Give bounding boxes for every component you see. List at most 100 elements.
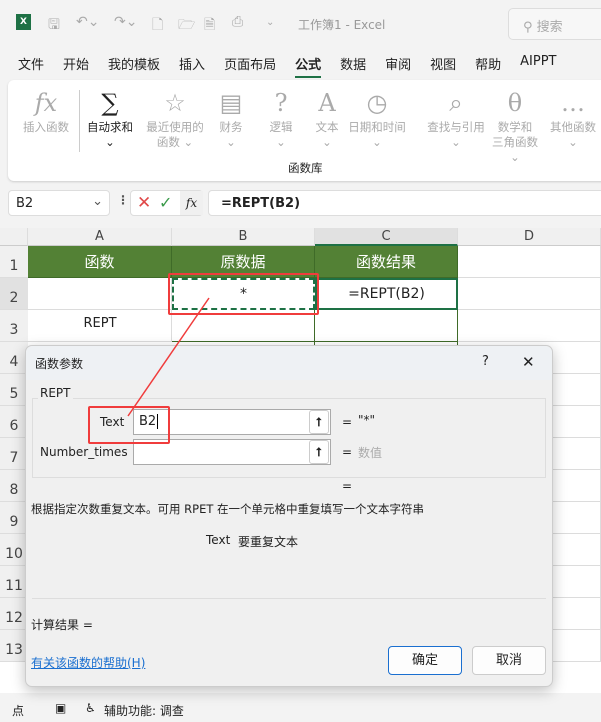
new-file-icon[interactable]: 🗋 <box>152 14 163 38</box>
cell[interactable] <box>315 310 458 342</box>
ribbon: fx 插入函数 ∑ 自动求和 ⌄ ☆ 最近使用的 函数 ⌄ ▤ 财务 ⌄? 逻辑 ⌄ A 文本 ⌄ ◷ 日期和时间… <box>8 80 601 181</box>
cancel-button[interactable]: 取消 <box>472 646 546 675</box>
arg-help: 要重复文本 <box>238 535 299 549</box>
ok-button[interactable]: 确定 <box>388 646 462 675</box>
row-header-5[interactable]: 5 <box>0 374 28 406</box>
formula-input[interactable]: =REPT(B2) <box>208 190 601 216</box>
row-header-7[interactable]: 7 <box>0 438 28 470</box>
row-header-9[interactable]: 9 <box>0 502 28 534</box>
header-cell[interactable]: 函数 <box>28 246 172 278</box>
row-header-8[interactable]: 8 <box>0 470 28 502</box>
insert-function-icon[interactable]: fx <box>180 191 203 215</box>
row-header-10[interactable]: 10 <box>0 534 28 566</box>
arg-label-number-times: Number_times <box>40 445 128 459</box>
row-header-13[interactable]: 13 <box>0 630 28 662</box>
select-all[interactable] <box>0 228 28 246</box>
cell[interactable] <box>458 246 601 278</box>
function-description: 根据指定次数重复文本。可用 RPET 在一个单元格中重复填写一个文本字符串 <box>31 502 425 516</box>
menu-5[interactable]: 公式 <box>295 54 322 78</box>
cell[interactable]: =REPT(B2) <box>315 278 458 310</box>
cell[interactable] <box>28 278 172 310</box>
ribbon-icon-7: ⌕ <box>449 89 463 117</box>
row-header-4[interactable]: 4 <box>0 342 28 374</box>
more-icon[interactable]: ⋮ <box>117 193 129 207</box>
close-icon[interactable]: ✕ <box>522 353 535 371</box>
menu-10[interactable]: AIPPT <box>520 54 556 78</box>
row-header-3[interactable]: 3 <box>0 310 28 342</box>
column-header-A[interactable]: A <box>28 228 172 246</box>
menu-8[interactable]: 视图 <box>430 54 456 78</box>
ribbon-button-8[interactable]: θ 数学和 三角函数 ⌄ <box>488 86 542 165</box>
row-header-12[interactable]: 12 <box>0 598 28 630</box>
accessibility-icon[interactable]: ♿ <box>85 701 96 715</box>
redo-icon[interactable]: ↷⌄ <box>114 14 137 30</box>
ribbon-button-6[interactable]: ◷ 日期和时间 ⌄ <box>340 86 414 150</box>
menu-6[interactable]: 数据 <box>340 54 366 78</box>
ribbon-icon-3: ▤ <box>219 89 243 117</box>
formula-buttons: ✕ ✓ fx <box>130 190 203 216</box>
status-bar: 点 ▣ ♿ 辅助功能: 调查 <box>0 697 601 722</box>
ribbon-icon-6: ◷ <box>366 89 388 117</box>
row-header-6[interactable]: 6 <box>0 406 28 438</box>
search-box[interactable]: ⚲ 搜索 <box>508 8 601 40</box>
annotation-box-text <box>88 406 170 444</box>
undo-icon[interactable]: ↶⌄ <box>76 14 99 30</box>
ribbon-icon-1: ∑ <box>101 89 119 117</box>
menu-9[interactable]: 帮助 <box>475 54 501 78</box>
ribbon-button-2[interactable]: ☆ 最近使用的 函数 ⌄ <box>142 86 208 150</box>
function-name: REPT <box>38 386 73 400</box>
accessibility-status[interactable]: 辅助功能: 调查 <box>104 702 184 719</box>
help-link[interactable]: 有关该函数的帮助(H) <box>31 654 145 671</box>
menu-2[interactable]: 我的模板 <box>108 54 160 78</box>
header-cell[interactable]: 函数结果 <box>315 246 458 278</box>
equals: = <box>342 445 353 459</box>
cancel-icon[interactable]: ✕ <box>137 193 151 213</box>
menu-1[interactable]: 开始 <box>63 54 89 78</box>
menu-bar: 文件 开始 我的模板 插入 页面布局 公式 数据 审阅 视图 帮助 AIPPT <box>18 54 576 78</box>
page-view-icon[interactable]: ▣ <box>55 701 66 715</box>
collapse-ref-icon[interactable]: ⭡ <box>309 410 329 434</box>
menu-0[interactable]: 文件 <box>18 54 44 78</box>
chevron-down-icon[interactable]: ⌄ <box>92 194 103 209</box>
menu-7[interactable]: 审阅 <box>385 54 411 78</box>
menu-4[interactable]: 页面布局 <box>224 54 276 78</box>
print-icon[interactable]: ⎙ <box>232 14 243 30</box>
status-ready: 点 <box>12 704 25 718</box>
cell[interactable]: REPT <box>28 316 172 348</box>
excel-logo-icon: X <box>16 14 31 30</box>
window-title: 工作簿1 - Excel <box>298 18 386 32</box>
result-label: 计算结果 = <box>31 618 93 632</box>
ribbon-button-3[interactable]: ▤ 财务 ⌄ <box>212 86 250 150</box>
row-header-1[interactable]: 1 <box>0 246 28 278</box>
row-header-2[interactable]: 2 <box>0 278 28 310</box>
name-box[interactable]: B2 ⌄ <box>8 190 110 216</box>
search-icon: ⚲ <box>523 20 537 35</box>
ribbon-button-1[interactable]: ∑ 自动求和 ⌄ <box>80 86 140 150</box>
cell[interactable] <box>458 310 601 342</box>
cell[interactable] <box>458 278 601 310</box>
text-arg-result: "*" <box>358 413 376 427</box>
ribbon-button-9[interactable]: … 其他函数 ⌄ <box>540 86 601 150</box>
dialog-title-bar: 函数参数 ? ✕ <box>26 346 552 380</box>
column-header-D[interactable]: D <box>458 228 601 246</box>
save-icon[interactable]: 🖫 <box>48 14 60 38</box>
column-header-C[interactable]: C <box>315 228 458 246</box>
ribbon-button-0[interactable]: fx 插入函数 <box>16 86 76 135</box>
open-icon[interactable]: 🗁 <box>178 14 195 38</box>
equals: = <box>342 415 353 429</box>
divider <box>32 598 546 599</box>
collapse-ref-icon[interactable]: ⭡ <box>309 440 329 464</box>
arg-help-name: Text <box>206 533 231 547</box>
print-preview-icon[interactable]: 🗎 <box>204 14 215 38</box>
help-button[interactable]: ? <box>482 354 489 369</box>
row-header-11[interactable]: 11 <box>0 566 28 598</box>
annotation-box-b2 <box>168 273 319 315</box>
ribbon-icon-8: θ <box>507 89 523 117</box>
ribbon-button-7[interactable]: ⌕ 查找与引用 ⌄ <box>420 86 492 150</box>
equals: = <box>342 479 353 493</box>
enter-icon[interactable]: ✓ <box>159 193 172 212</box>
column-header-B[interactable]: B <box>172 228 315 246</box>
ribbon-button-4[interactable]: ? 逻辑 ⌄ <box>262 86 300 150</box>
menu-3[interactable]: 插入 <box>179 54 205 78</box>
customize-icon[interactable]: ⌄ <box>266 17 274 28</box>
